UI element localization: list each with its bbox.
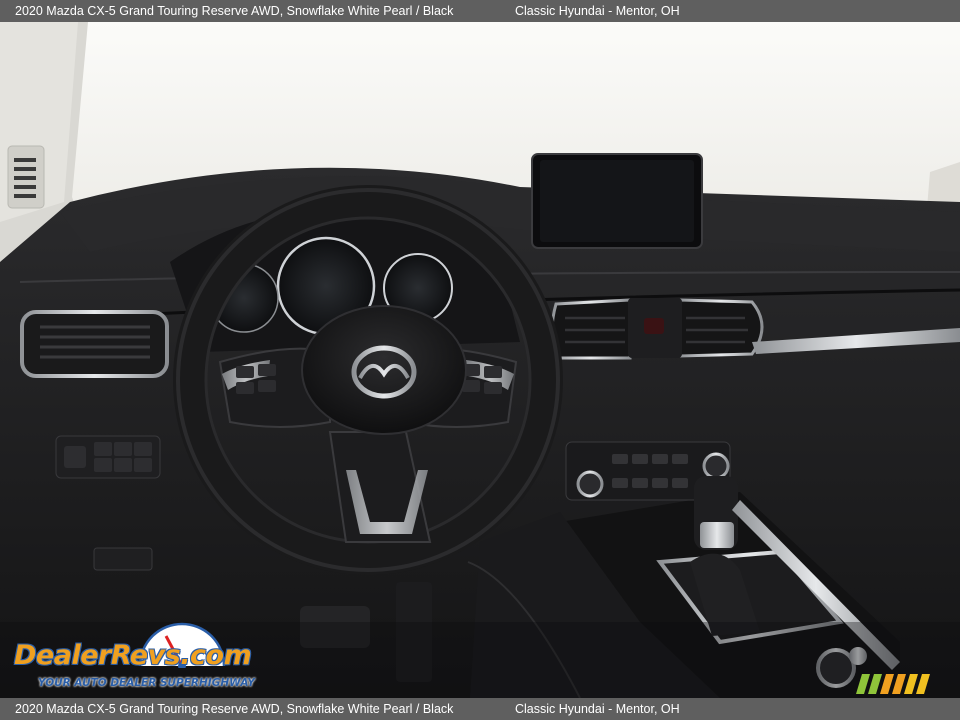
interior-photo: [0, 22, 960, 698]
dealer-caption: Classic Hyundai - Mentor, OH: [515, 4, 680, 18]
watermark-tagline: YOUR AUTO DEALER SUPERHIGHWAY: [38, 677, 255, 689]
vehicle-caption: 2020 Mazda CX-5 Grand Touring Reserve AW…: [15, 4, 454, 18]
vehicle-caption-bottom: 2020 Mazda CX-5 Grand Touring Reserve AW…: [15, 702, 454, 716]
dealer-caption-bottom: Classic Hyundai - Mentor, OH: [515, 702, 680, 716]
dealerrevs-watermark: DealerRevs.com YOUR AUTO DEALER SUPERHIG…: [12, 622, 272, 694]
caption-bar-bottom: 2020 Mazda CX-5 Grand Touring Reserve AW…: [0, 698, 960, 720]
watermark-brand: DealerRevs.com: [14, 640, 252, 671]
caption-bar-top: 2020 Mazda CX-5 Grand Touring Reserve AW…: [0, 0, 960, 22]
stripes-logo-icon: [856, 674, 930, 694]
